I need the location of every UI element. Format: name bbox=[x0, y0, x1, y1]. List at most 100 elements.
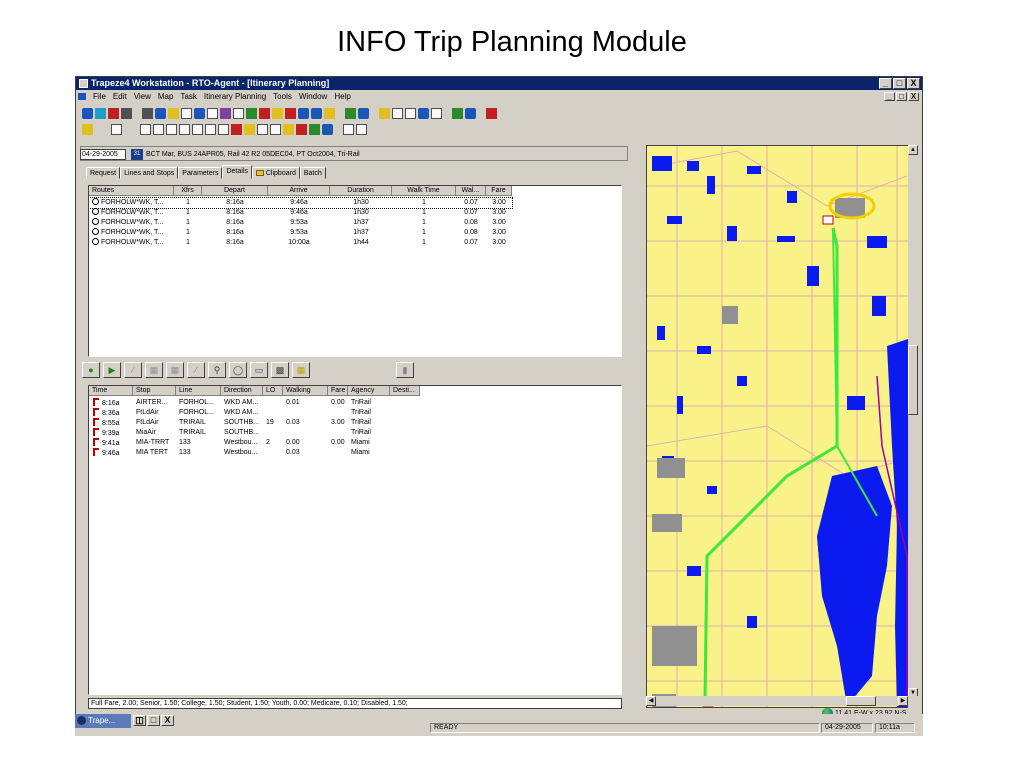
tab-batch[interactable]: Batch bbox=[299, 167, 326, 179]
printer-icon[interactable]: ▩ bbox=[271, 362, 289, 378]
table-row[interactable]: FORHOLW*WK, T... 1 8:16a 9:53a 1h37 1 0.08 3.0… bbox=[89, 218, 512, 228]
taskbar-maximize-button[interactable]: □ bbox=[147, 715, 160, 726]
new-icon[interactable] bbox=[111, 123, 122, 135]
people-icon[interactable] bbox=[259, 107, 270, 119]
calc-icon[interactable] bbox=[220, 107, 231, 119]
person-icon[interactable] bbox=[283, 123, 294, 135]
calendar-icon[interactable]: 31 bbox=[131, 149, 143, 160]
minimize-button[interactable]: _ bbox=[879, 78, 892, 89]
table-row[interactable]: FORHOLW*WK, T... 1 8:16a 9:46a 1h30 1 0.07 3.0… bbox=[89, 208, 512, 218]
menu-file[interactable]: File bbox=[93, 92, 106, 101]
map-marker-icon[interactable]: ∕ bbox=[187, 362, 205, 378]
funnel-icon[interactable] bbox=[205, 123, 216, 135]
map-vertical-scrollbar[interactable]: ▲ ▼ bbox=[908, 145, 918, 708]
eye-icon[interactable]: ◯ bbox=[229, 362, 247, 378]
menu-help[interactable]: Help bbox=[334, 92, 350, 101]
col-line[interactable]: Line bbox=[176, 386, 221, 396]
col-duration[interactable]: Duration bbox=[330, 186, 392, 196]
chart-icon[interactable] bbox=[452, 107, 463, 119]
table-row[interactable]: 8:55a FtLdAir TRIRAIL SOUTHB... 19 0.03 3.00 T… bbox=[89, 418, 420, 428]
table-row[interactable]: 9:41a MIA-TRRT 133 Westbou... 2 0.00 0.00 Miam… bbox=[89, 438, 420, 448]
stops-icon[interactable] bbox=[272, 107, 283, 119]
hscroll-thumb[interactable] bbox=[846, 696, 876, 706]
tab-clipboard[interactable]: Clipboard bbox=[251, 167, 300, 179]
col-walk-time[interactable]: Walk Time bbox=[392, 186, 456, 196]
child-restore-button[interactable]: □ bbox=[896, 92, 907, 101]
col-arrive[interactable]: Arrive bbox=[268, 186, 330, 196]
col-xfrs[interactable]: Xfrs bbox=[174, 186, 202, 196]
col-stop[interactable]: Stop bbox=[133, 386, 176, 396]
layer-icon[interactable] bbox=[431, 107, 442, 119]
edit-icon[interactable] bbox=[168, 107, 179, 119]
maximize-button[interactable]: □ bbox=[893, 78, 906, 89]
list-icon[interactable] bbox=[207, 107, 218, 119]
menu-itinerary-planning[interactable]: Itinerary Planning bbox=[204, 92, 266, 101]
menu-tools[interactable]: Tools bbox=[273, 92, 292, 101]
col-walking[interactable]: Walking bbox=[283, 386, 328, 396]
clear-icon[interactable] bbox=[121, 107, 132, 119]
table-row[interactable]: FORHOLW*WK, T... 1 8:16a 9:53a 1h37 1 0.08 3.0… bbox=[89, 228, 512, 238]
tab-details[interactable]: Details bbox=[222, 165, 252, 179]
col-fare[interactable]: Fare bbox=[328, 386, 348, 396]
copy-icon[interactable]: ▦ bbox=[292, 362, 310, 378]
bus-icon[interactable] bbox=[155, 107, 166, 119]
transfer-icon[interactable] bbox=[296, 123, 307, 135]
zoom-extents-icon[interactable] bbox=[345, 107, 356, 119]
walk-icon[interactable]: ∕ bbox=[124, 362, 142, 378]
pan-icon[interactable] bbox=[418, 107, 429, 119]
menu-task[interactable]: Task bbox=[180, 92, 196, 101]
measure-icon[interactable] bbox=[379, 107, 390, 119]
title-bar[interactable]: Trapeze4 Workstation - RTO-Agent - [Itin… bbox=[76, 77, 922, 90]
print-icon[interactable] bbox=[311, 107, 322, 119]
schedule-icon[interactable] bbox=[285, 107, 296, 119]
col-depart[interactable]: Depart bbox=[202, 186, 268, 196]
col-destination[interactable]: Desti... bbox=[390, 386, 420, 396]
route-icon[interactable] bbox=[95, 107, 106, 119]
dollar-icon[interactable] bbox=[309, 123, 320, 135]
table-row[interactable]: FORHOLW*WK, T... 1 8:16a 10:00a 1h44 1 0.07 3.… bbox=[89, 238, 512, 248]
scroll-up-button[interactable]: ▲ bbox=[908, 145, 918, 155]
filter-icon[interactable] bbox=[233, 107, 244, 119]
scroll-right-button[interactable]: ▶ bbox=[898, 696, 908, 706]
taskbar-app-button[interactable]: Trape... bbox=[75, 714, 131, 728]
close-button[interactable]: X bbox=[907, 78, 920, 89]
x-icon[interactable] bbox=[108, 107, 119, 119]
tab-parameters[interactable]: Parameters bbox=[178, 167, 223, 179]
scroll-thumb[interactable] bbox=[908, 345, 918, 415]
move-icon[interactable] bbox=[140, 123, 151, 135]
play-icon[interactable] bbox=[343, 123, 354, 135]
zoom-out-icon[interactable] bbox=[405, 107, 416, 119]
table-row[interactable]: FORHOLW*WK, T... 1 8:16a 9:46a 1h30 1 0.07 3.0… bbox=[89, 197, 513, 209]
square-icon[interactable] bbox=[358, 107, 369, 119]
pin-icon[interactable] bbox=[231, 123, 242, 135]
col-agency[interactable]: Agency bbox=[348, 386, 390, 396]
document-gray-icon[interactable]: ▮ bbox=[396, 362, 414, 378]
help-icon[interactable] bbox=[486, 107, 497, 119]
stop-icon[interactable] bbox=[356, 123, 367, 135]
map-route-icon[interactable] bbox=[244, 123, 255, 135]
bank-icon[interactable] bbox=[142, 107, 153, 119]
schedule-grid-icon[interactable]: ▦ bbox=[145, 362, 163, 378]
child-minimize-button[interactable]: _ bbox=[884, 92, 895, 101]
grid2-icon[interactable] bbox=[465, 107, 476, 119]
menu-edit[interactable]: Edit bbox=[113, 92, 127, 101]
menu-window[interactable]: Window bbox=[299, 92, 327, 101]
ticket-icon[interactable]: ▭ bbox=[250, 362, 268, 378]
taskbar-restore-button[interactable]: ◫ bbox=[133, 715, 146, 726]
minus-icon[interactable] bbox=[270, 123, 281, 135]
search-icon[interactable] bbox=[246, 107, 257, 119]
email-icon[interactable] bbox=[322, 123, 333, 135]
table-row[interactable]: 9:46a MIA TERT 133 Westbou... 0.03 Miami bbox=[89, 448, 420, 458]
forward-icon[interactable]: ▶ bbox=[103, 362, 121, 378]
back-icon[interactable]: ● bbox=[82, 362, 100, 378]
col-time[interactable]: Time bbox=[89, 386, 133, 396]
table-row[interactable]: 9:39a MiaAir TRIRAIL SOUTHB... TriRail bbox=[89, 428, 420, 438]
zoom-in-icon[interactable] bbox=[392, 107, 403, 119]
col-walk-distance[interactable]: Wal... bbox=[456, 186, 486, 196]
magnify-icon[interactable]: ⚲ bbox=[208, 362, 226, 378]
open-icon[interactable] bbox=[82, 123, 93, 135]
grid-icon[interactable] bbox=[194, 107, 205, 119]
columns-icon[interactable] bbox=[179, 123, 190, 135]
child-close-button[interactable]: X bbox=[908, 92, 919, 101]
table-row[interactable]: 8:16a AIRTER... FORHOL... WKD AM... 0.01 0.0… bbox=[89, 398, 420, 408]
